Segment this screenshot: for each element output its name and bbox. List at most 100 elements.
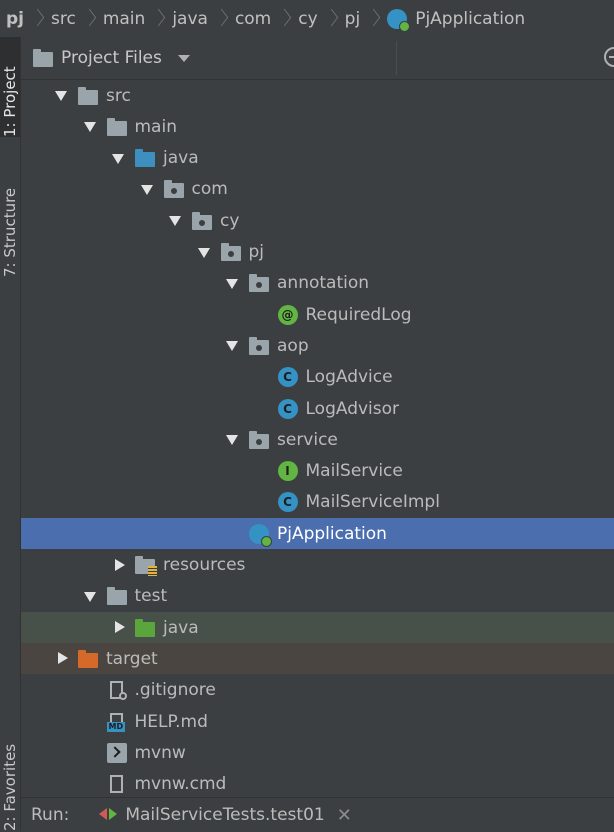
tree-node[interactable]: aop xyxy=(21,330,614,361)
tree-node-label: RequiredLog xyxy=(305,304,412,325)
breadcrumb-separator-icon xyxy=(368,8,377,30)
expanded-arrow-icon[interactable] xyxy=(50,80,72,111)
expanded-arrow-icon[interactable] xyxy=(221,424,243,455)
tree-node-label: .gitignore xyxy=(134,680,216,701)
tree-node-label: LogAdvisor xyxy=(305,398,400,419)
tool-window-strip: 1: Project 7: Structure 2: Favorites xyxy=(0,37,21,831)
tree-node[interactable]: I MailService xyxy=(21,456,614,487)
run-label: Run: xyxy=(31,805,70,825)
header-divider xyxy=(396,41,397,75)
tree-node[interactable]: annotation xyxy=(21,268,614,299)
class-icon: C xyxy=(277,398,298,419)
tree-node[interactable]: mvnw.cmd xyxy=(21,769,614,796)
class-icon: C xyxy=(277,367,298,388)
tree-node-label: main xyxy=(134,116,177,137)
tree-node[interactable]: PjApplication xyxy=(21,518,614,550)
spring-app-icon xyxy=(387,8,411,32)
tree-node-label: test xyxy=(134,586,168,607)
expanded-arrow-icon[interactable] xyxy=(136,174,158,205)
package-icon xyxy=(163,179,184,199)
structure-tool-tab[interactable]: 7: Structure xyxy=(0,177,20,277)
package-icon xyxy=(220,242,241,262)
collapsed-arrow-icon[interactable] xyxy=(107,612,129,643)
tree-node-label: MailServiceImpl xyxy=(305,492,440,513)
tree-node-label: service xyxy=(277,429,338,450)
breadcrumb-item[interactable]: pj xyxy=(343,9,363,29)
locate-icon[interactable] xyxy=(604,47,614,67)
test-folder-icon xyxy=(135,618,155,638)
package-icon xyxy=(249,430,269,450)
run-config-tab[interactable]: MailServiceTests.test01 xyxy=(125,805,324,825)
breadcrumb-item[interactable]: main xyxy=(101,9,147,29)
tree-node[interactable]: C LogAdvice xyxy=(21,362,614,393)
tree-node-label: HELP.md xyxy=(134,711,208,732)
spring-app-icon xyxy=(249,523,272,547)
tree-node-label: LogAdvice xyxy=(305,367,393,388)
tree-node[interactable]: mvnw xyxy=(21,737,614,768)
tree-node-label: java xyxy=(163,617,199,638)
tree-node[interactable]: .gitignore xyxy=(21,675,614,706)
breadcrumb-item[interactable]: com xyxy=(233,9,273,29)
breadcrumb-separator-icon xyxy=(153,8,162,30)
breadcrumb-separator-icon xyxy=(326,8,335,30)
breadcrumb-item[interactable]: java xyxy=(170,9,210,29)
project-view-selector[interactable]: Project Files xyxy=(33,37,190,79)
resources-folder-icon xyxy=(135,555,157,576)
run-bar: Run: MailServiceTests.test01 ✕ xyxy=(21,797,614,832)
tree-node[interactable]: @ RequiredLog xyxy=(21,299,614,330)
tree-node[interactable]: java xyxy=(21,612,614,644)
tree-node[interactable]: pj xyxy=(21,237,614,268)
tree-node[interactable]: service xyxy=(21,424,614,455)
tree-node-label: target xyxy=(106,648,158,669)
class-icon: C xyxy=(277,492,298,513)
expanded-arrow-icon[interactable] xyxy=(221,268,243,299)
expanded-arrow-icon[interactable] xyxy=(221,330,243,361)
project-tree[interactable]: src main java com cy pj annotation @ RequiredLog… xyxy=(21,80,614,796)
expanded-arrow-icon[interactable] xyxy=(107,143,129,174)
tree-node-label: mvnw xyxy=(134,742,186,763)
breadcrumb-item[interactable]: PjApplication xyxy=(413,9,527,29)
folder-icon xyxy=(106,586,127,606)
tree-node-label: aop xyxy=(277,335,309,356)
breadcrumb-separator-icon xyxy=(32,8,41,30)
tree-node[interactable]: C LogAdvisor xyxy=(21,393,614,424)
tree-node[interactable]: test xyxy=(21,581,614,612)
breadcrumb-separator-icon xyxy=(279,8,288,30)
close-icon[interactable]: ✕ xyxy=(337,805,352,826)
expanded-arrow-icon[interactable] xyxy=(193,237,215,268)
terminal-icon xyxy=(106,742,127,763)
tree-node-label: resources xyxy=(163,555,246,575)
project-panel-header: Project Files xyxy=(21,37,614,80)
tree-node-label: PjApplication xyxy=(277,523,387,544)
tree-node[interactable]: C MailServiceImpl xyxy=(21,487,614,518)
tree-node[interactable]: resources xyxy=(21,550,614,581)
package-icon xyxy=(192,211,212,231)
tree-node[interactable]: MD HELP.md xyxy=(21,706,614,737)
tree-node[interactable]: src xyxy=(21,80,614,111)
breadcrumb: pj src main java com cy pj PjApplication xyxy=(0,0,614,38)
project-tool-tab[interactable]: 1: Project xyxy=(0,37,20,137)
tree-node[interactable]: main xyxy=(21,111,614,142)
breadcrumb-item[interactable]: src xyxy=(49,9,78,29)
tree-node-label: src xyxy=(106,85,131,106)
breadcrumb-separator-icon xyxy=(84,8,93,30)
chevron-down-icon[interactable] xyxy=(177,54,190,62)
expanded-arrow-icon[interactable] xyxy=(79,111,101,142)
package-icon xyxy=(249,336,269,356)
tree-node-label: java xyxy=(163,148,199,169)
package-icon xyxy=(249,273,269,293)
markdown-icon: MD xyxy=(106,712,127,732)
tree-node[interactable]: cy xyxy=(21,205,614,236)
breadcrumb-item[interactable]: cy xyxy=(296,9,319,29)
expanded-arrow-icon[interactable] xyxy=(164,205,186,236)
tree-node-label: MailService xyxy=(305,461,403,482)
tree-node[interactable]: target xyxy=(21,643,614,675)
expanded-arrow-icon[interactable] xyxy=(79,581,101,612)
tree-node[interactable]: com xyxy=(21,174,614,205)
tree-node[interactable]: java xyxy=(21,143,614,174)
collapsed-arrow-icon[interactable] xyxy=(50,643,72,674)
panel-title: Project Files xyxy=(61,48,162,68)
collapsed-arrow-icon[interactable] xyxy=(107,550,129,581)
breadcrumb-item[interactable]: pj xyxy=(0,9,26,29)
favorites-tool-tab[interactable]: 2: Favorites xyxy=(0,737,20,831)
